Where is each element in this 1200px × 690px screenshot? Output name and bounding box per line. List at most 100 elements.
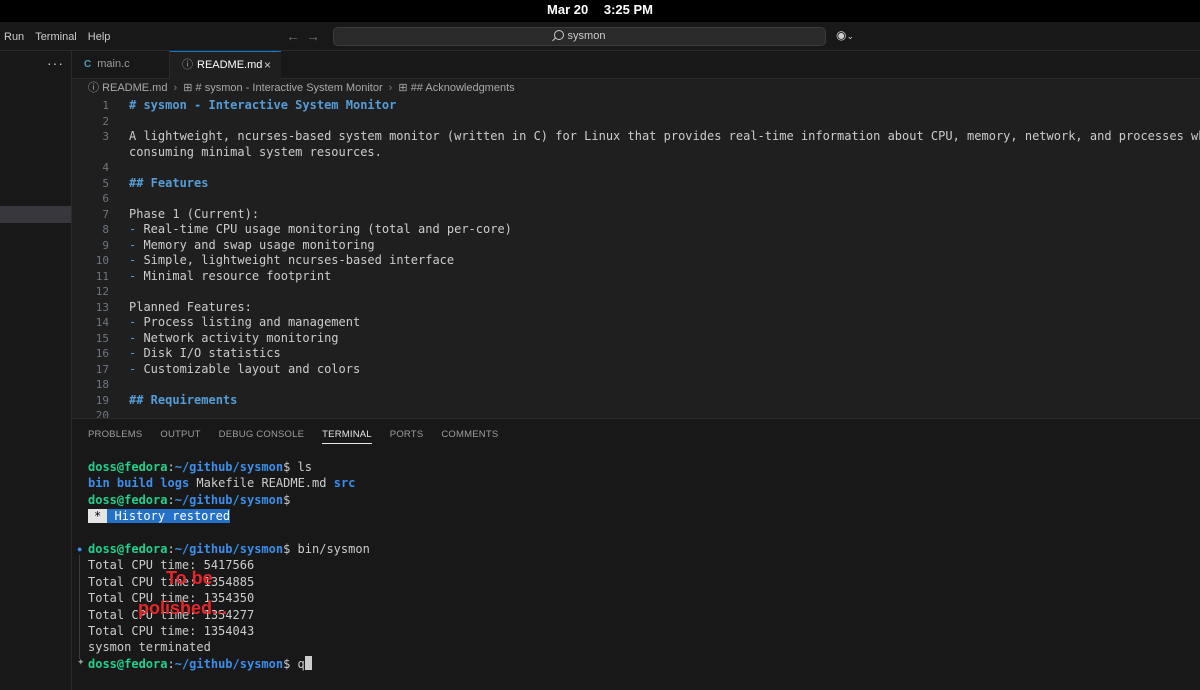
line-content: Planned Features: [129, 299, 252, 314]
terminal-line: doss@fedora:~/github/sysmon$ q [88, 655, 312, 672]
bottom-panel: PROBLEMS OUTPUT DEBUG CONSOLE TERMINAL P… [72, 418, 1200, 690]
breadcrumb-heading-2[interactable]: ## Acknowledgments [411, 82, 515, 94]
c-file-icon: C [84, 59, 92, 70]
list-bullet: - [129, 330, 144, 345]
panel-tabs: PROBLEMS OUTPUT DEBUG CONSOLE TERMINAL P… [88, 429, 516, 444]
terminal-line: bin build logs Makefile README.md src [88, 475, 355, 491]
list-item-text: Customizable layout and colors [143, 361, 361, 376]
prompt-user: doss@fedora [88, 492, 168, 507]
line-number: 1 [102, 99, 109, 112]
system-top-bar: Mar 20 3:25 PM [0, 0, 1200, 22]
line-content: consuming minimal system resources. [129, 144, 382, 159]
list-bullet: - [129, 346, 144, 360]
tab-ports[interactable]: PORTS [390, 429, 424, 444]
list-item-text: Simple, lightweight ncurses-based interf… [143, 253, 455, 267]
chevron-right-icon: › [173, 82, 178, 94]
line-content: - Real-time CPU usage monitoring (total … [129, 222, 512, 238]
line-number: 17 [95, 362, 109, 376]
forward-arrow-icon[interactable]: → [306, 28, 326, 44]
history-restored-banner: * History restored [88, 508, 231, 524]
more-actions-icon[interactable]: ··· [47, 55, 64, 71]
line-number: 15 [95, 331, 109, 345]
sidebar-selected-item[interactable] [0, 206, 71, 223]
menu-help[interactable]: Help [84, 31, 115, 43]
editor-tabs: Cmain.c ⓘ README.md × [72, 51, 1200, 80]
tab-debug-console[interactable]: DEBUG CONSOLE [219, 429, 304, 444]
tab-problems[interactable]: PROBLEMS [88, 429, 142, 444]
history-star: * [88, 509, 108, 524]
list-bullet: - [129, 237, 144, 252]
annotation-line-2: polished... [138, 598, 228, 618]
line-number: 7 [102, 207, 109, 221]
list-item-text: Process listing and management [143, 315, 361, 329]
close-icon[interactable]: × [264, 52, 271, 79]
command-text: q [297, 656, 305, 671]
system-date[interactable]: Mar 20 [547, 2, 588, 17]
line-number: 16 [95, 347, 109, 360]
command-center-search[interactable]: sysmon [333, 27, 826, 46]
tab-label: main.c [97, 58, 130, 70]
tab-main-c[interactable]: Cmain.c [72, 51, 170, 79]
line-content: - Process listing and management [129, 315, 360, 331]
menu-terminal[interactable]: Terminal [31, 31, 81, 43]
command-group-line [79, 555, 80, 659]
chevron-right-icon: › [388, 82, 393, 94]
info-icon: ⓘ [88, 82, 99, 94]
terminal-cursor [304, 655, 312, 670]
prompt-path: ~/github/sysmon [174, 460, 284, 474]
line-number: 3 [102, 130, 109, 143]
line-number: 20 [95, 409, 109, 418]
line-content: ## Requirements [129, 392, 238, 407]
command-text: ls [297, 460, 312, 474]
ls-entry: bin [88, 476, 110, 491]
list-bullet: - [129, 315, 144, 329]
line-number: 4 [102, 161, 109, 174]
line-content: - Customizable layout and colors [129, 362, 360, 378]
prompt-path: ~/github/sysmon [174, 492, 284, 507]
menu-run[interactable]: Run [0, 31, 28, 43]
command-text: bin/sysmon [297, 542, 370, 556]
line-number: 13 [95, 300, 109, 314]
output-line: Total CPU time: 1354043 [88, 624, 255, 638]
sparkle-icon[interactable]: ✦ [77, 657, 85, 668]
heading-symbol-icon: ⊞ [398, 82, 408, 94]
line-number: 18 [95, 378, 109, 391]
title-bar: Run Terminal Help ←→ sysmon ◉⌄ [0, 22, 1200, 51]
history-text: History restored [114, 509, 231, 524]
list-bullet: - [129, 222, 144, 236]
prompt-user: doss@fedora [88, 460, 168, 474]
terminal-line: doss@fedora:~/github/sysmon$ [88, 492, 291, 507]
annotation-line-1: To be [166, 568, 213, 588]
tab-terminal[interactable]: TERMINAL [322, 429, 372, 444]
line-number: 6 [102, 192, 109, 205]
terminal-line: doss@fedora:~/github/sysmon$ ls [88, 460, 312, 474]
line-number: 11 [95, 269, 109, 283]
prompt-user: doss@fedora [88, 542, 168, 556]
tab-comments[interactable]: COMMENTS [441, 429, 498, 444]
tab-label: README.md [197, 59, 263, 71]
breadcrumb-file[interactable]: README.md [102, 82, 167, 94]
line-content: A lightweight, ncurses-based system moni… [129, 129, 1200, 143]
list-item-text: Memory and swap usage monitoring [143, 237, 375, 252]
command-status-dot-icon[interactable]: ● [77, 544, 82, 554]
copilot-menu-button[interactable]: ◉⌄ [836, 28, 854, 42]
tab-readme-md[interactable]: ⓘ README.md × [170, 51, 281, 80]
line-number: 8 [102, 223, 109, 236]
prompt-path: ~/github/sysmon [174, 656, 284, 671]
ls-entry: logs [160, 476, 190, 491]
list-bullet: - [129, 268, 144, 283]
breadcrumb-heading-1[interactable]: # sysmon - Interactive System Monitor [196, 82, 383, 94]
line-content: - Memory and swap usage monitoring [129, 238, 375, 254]
line-number: 14 [95, 316, 109, 329]
heading-symbol-icon: ⊞ [183, 82, 193, 94]
line-content: - Simple, lightweight ncurses-based inte… [129, 253, 454, 269]
navigation-arrows: ←→ [286, 28, 326, 44]
back-arrow-icon[interactable]: ← [286, 28, 306, 44]
terminal-line: doss@fedora:~/github/sysmon$ bin/sysmon [88, 542, 370, 556]
info-icon: ⓘ [182, 59, 193, 71]
tab-output[interactable]: OUTPUT [160, 429, 200, 444]
code-editor[interactable]: 1 # sysmon - Interactive System Monitor 2 3… [72, 97, 1200, 418]
list-item-text: Disk I/O statistics [143, 346, 281, 360]
system-time[interactable]: 3:25 PM [604, 2, 653, 17]
ls-entry: src [333, 476, 356, 491]
